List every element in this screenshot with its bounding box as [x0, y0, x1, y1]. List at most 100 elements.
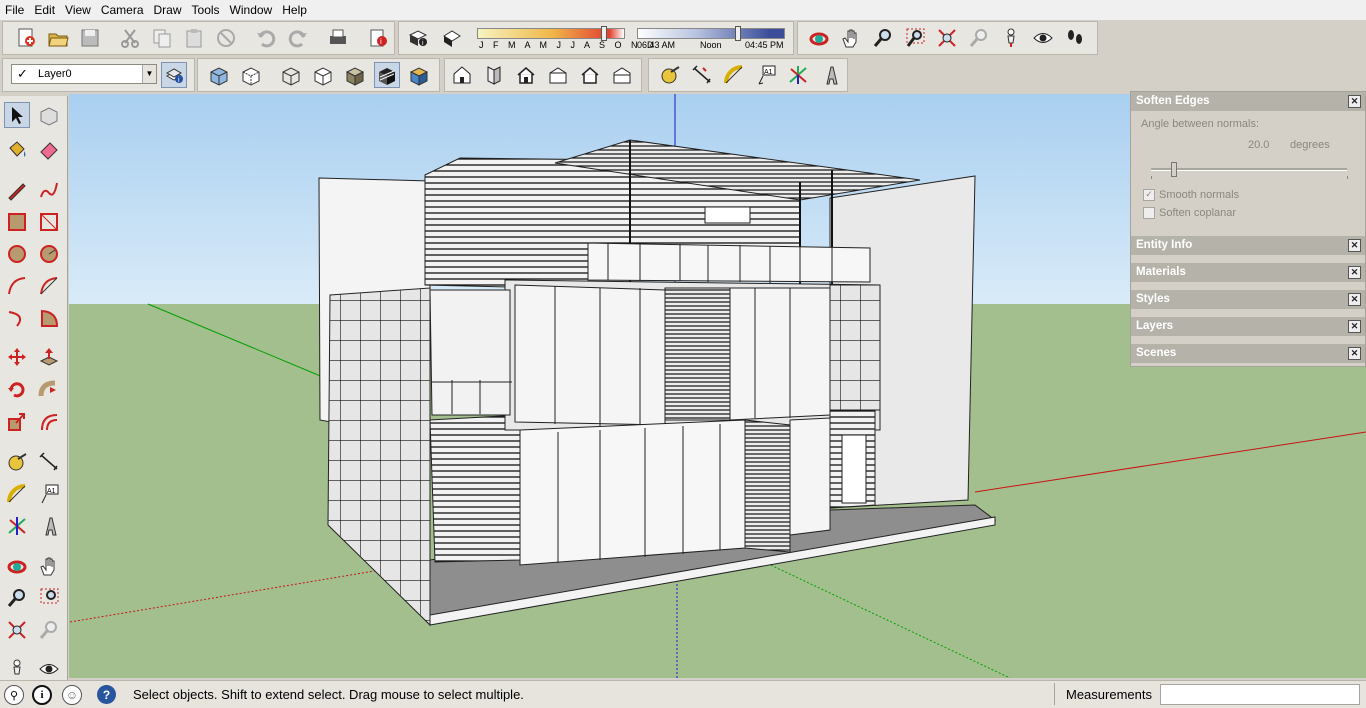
materials-header[interactable]: Materials ✕ [1131, 263, 1365, 282]
3d-text-icon[interactable] [817, 62, 843, 88]
front-view-icon[interactable] [513, 62, 539, 88]
angle-slider-handle[interactable] [1171, 162, 1177, 177]
menu-view[interactable]: View [60, 0, 96, 20]
right-view-icon[interactable] [545, 62, 571, 88]
walk-footprints-icon[interactable] [1062, 25, 1088, 51]
paste-icon[interactable] [181, 25, 207, 51]
left-dimension-icon[interactable] [36, 449, 62, 475]
make-component-icon[interactable] [36, 102, 62, 128]
help-question-icon[interactable]: ? [97, 685, 116, 704]
xray-icon[interactable] [206, 62, 232, 88]
left-text-icon[interactable]: A1 [36, 481, 62, 507]
new-file-icon[interactable] [13, 25, 39, 51]
scale-icon[interactable] [4, 409, 30, 435]
close-icon[interactable]: ✕ [1348, 347, 1361, 360]
redo-icon[interactable] [285, 25, 311, 51]
zoom-window-icon[interactable] [902, 25, 928, 51]
cut-icon[interactable] [117, 25, 143, 51]
menu-help[interactable]: Help [277, 0, 312, 20]
left-zoom-icon[interactable] [4, 585, 30, 611]
two-point-arc-icon[interactable] [36, 273, 62, 299]
close-icon[interactable]: ✕ [1348, 320, 1361, 333]
push-pull-icon[interactable] [36, 344, 62, 370]
offset-icon[interactable] [36, 409, 62, 435]
menu-camera[interactable]: Camera [96, 0, 149, 20]
entity-info-header[interactable]: Entity Info ✕ [1131, 236, 1365, 255]
shaded-icon[interactable] [342, 62, 368, 88]
dimension-icon[interactable] [689, 62, 715, 88]
menu-tools[interactable]: Tools [187, 0, 225, 20]
select-arrow-icon[interactable] [4, 102, 30, 128]
axes-icon[interactable] [785, 62, 811, 88]
position-camera-icon[interactable] [998, 25, 1024, 51]
month-slider-handle[interactable] [601, 26, 607, 41]
erase-icon[interactable] [213, 25, 239, 51]
left-axes-icon[interactable] [4, 513, 30, 539]
text-icon[interactable]: A1 [753, 62, 779, 88]
angle-slider-track[interactable] [1151, 168, 1347, 171]
left-position-camera-icon[interactable] [4, 656, 30, 682]
close-icon[interactable]: ✕ [1348, 95, 1361, 108]
chevron-down-icon[interactable]: ▼ [142, 65, 156, 83]
top-view-icon[interactable] [481, 62, 507, 88]
close-icon[interactable]: ✕ [1348, 239, 1361, 252]
layer-manager-icon[interactable]: i [161, 62, 187, 88]
smooth-normals-checkbox[interactable]: ✓ [1143, 189, 1155, 201]
left-3d-text-icon[interactable] [36, 513, 62, 539]
hidden-line-icon[interactable] [310, 62, 336, 88]
layers-header[interactable]: Layers ✕ [1131, 317, 1365, 336]
rotate-icon[interactable] [4, 377, 30, 403]
left-zoom-window-icon[interactable] [36, 585, 62, 611]
display-shadows-icon[interactable] [439, 25, 465, 51]
left-previous-view-icon[interactable] [36, 617, 62, 643]
soften-coplanar-checkbox[interactable] [1143, 207, 1155, 219]
rectangle-icon[interactable] [4, 209, 30, 235]
polygon-icon[interactable] [36, 241, 62, 267]
menu-file[interactable]: File [0, 0, 29, 20]
left-orbit-icon[interactable] [4, 553, 30, 579]
pie-icon[interactable] [36, 305, 62, 331]
scenes-header[interactable]: Scenes ✕ [1131, 344, 1365, 363]
menu-window[interactable]: Window [225, 0, 278, 20]
shaded-with-textures-icon[interactable] [374, 62, 400, 88]
paint-bucket-icon[interactable] [4, 136, 30, 162]
rotated-rectangle-icon[interactable] [36, 209, 62, 235]
monochrome-icon[interactable] [406, 62, 432, 88]
time-slider[interactable] [637, 28, 785, 39]
menu-draw[interactable]: Draw [149, 0, 187, 20]
print-icon[interactable] [325, 25, 351, 51]
zoom-extents-icon[interactable] [934, 25, 960, 51]
model-info-icon[interactable]: i [365, 25, 391, 51]
wireframe-icon[interactable] [278, 62, 304, 88]
copy-icon[interactable] [149, 25, 175, 51]
back-edges-icon[interactable] [238, 62, 264, 88]
menu-edit[interactable]: Edit [29, 0, 60, 20]
iso-view-icon[interactable] [449, 62, 475, 88]
close-icon[interactable]: ✕ [1348, 293, 1361, 306]
previous-view-icon[interactable] [966, 25, 992, 51]
left-view-icon[interactable] [609, 62, 635, 88]
orbit-icon[interactable] [806, 25, 832, 51]
three-point-arc-icon[interactable] [4, 305, 30, 331]
left-pan-icon[interactable] [36, 553, 62, 579]
layer-dropdown[interactable]: ✓ Layer0 ▼ [11, 64, 157, 84]
arc-icon[interactable] [4, 273, 30, 299]
follow-me-icon[interactable] [36, 377, 62, 403]
line-pencil-icon[interactable] [4, 177, 30, 203]
close-icon[interactable]: ✕ [1348, 266, 1361, 279]
left-zoom-extents-icon[interactable] [4, 617, 30, 643]
pan-hand-icon[interactable] [838, 25, 864, 51]
time-slider-handle[interactable] [735, 26, 741, 41]
measurements-input[interactable] [1160, 684, 1360, 705]
circle-icon[interactable] [4, 241, 30, 267]
credits-info-icon[interactable]: i [32, 685, 52, 705]
soften-edges-header[interactable]: Soften Edges ✕ [1131, 92, 1365, 111]
left-tape-measure-icon[interactable] [4, 449, 30, 475]
protractor-icon[interactable] [721, 62, 747, 88]
zoom-icon[interactable] [870, 25, 896, 51]
tape-measure-icon[interactable] [657, 62, 683, 88]
move-icon[interactable] [4, 344, 30, 370]
left-protractor-icon[interactable] [4, 481, 30, 507]
styles-header[interactable]: Styles ✕ [1131, 290, 1365, 309]
save-icon[interactable] [77, 25, 103, 51]
